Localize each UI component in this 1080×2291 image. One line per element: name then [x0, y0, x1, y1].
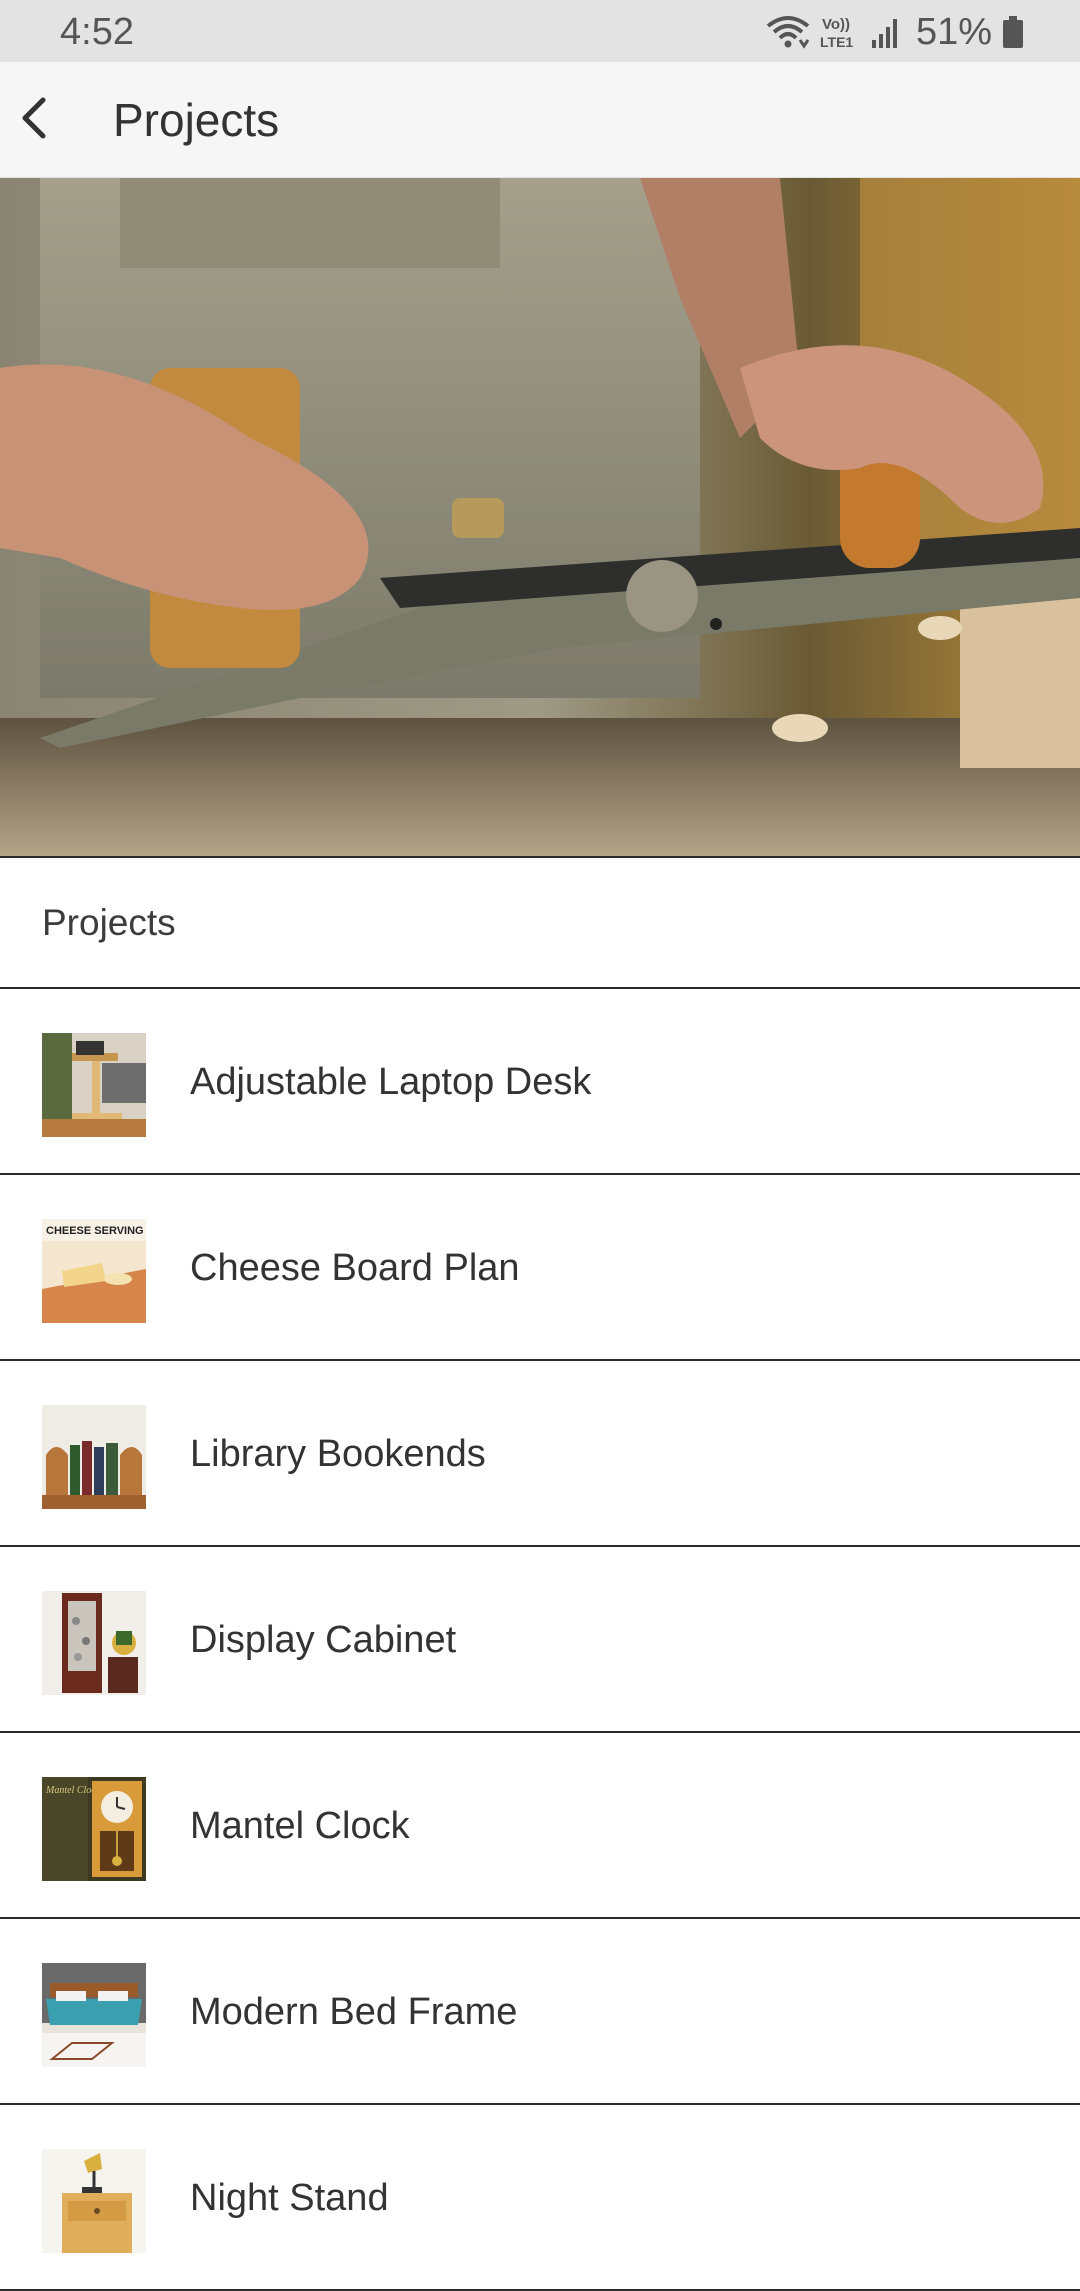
back-button[interactable]	[0, 62, 70, 178]
battery-percent: 51%	[915, 11, 992, 53]
cheese-board-thumbnail: CHEESE SERVING	[42, 1219, 146, 1323]
laptop-desk-thumbnail	[42, 1033, 146, 1137]
project-list: Adjustable Laptop Desk CHEESE SERVING Ch…	[0, 989, 1080, 2291]
battery-icon	[1002, 14, 1024, 50]
list-item[interactable]: Adjustable Laptop Desk	[0, 989, 1080, 1175]
page-title: Projects	[113, 94, 280, 146]
list-item[interactable]: Display Cabinet	[0, 1547, 1080, 1733]
status-icons: Vo)) LTE1 51%	[766, 10, 1024, 54]
list-item[interactable]: CHEESE SERVING Cheese Board Plan	[0, 1175, 1080, 1361]
list-item[interactable]: Modern Bed Frame	[0, 1919, 1080, 2105]
status-time: 4:52	[60, 11, 134, 53]
project-label: Display Cabinet	[190, 1619, 457, 1661]
night-stand-thumbnail	[42, 2149, 146, 2253]
mantel-clock-thumbnail: Mantel Clock	[42, 1777, 146, 1881]
list-item[interactable]: Library Bookends	[0, 1361, 1080, 1547]
section-title: Projects	[42, 902, 176, 943]
bed-frame-thumbnail	[42, 1963, 146, 2067]
volte-icon: Vo)) LTE1	[820, 14, 860, 50]
chevron-left-icon	[19, 96, 51, 145]
section-header: Projects	[0, 856, 1080, 989]
hero-image	[0, 178, 1080, 856]
project-label: Night Stand	[190, 2177, 389, 2219]
cheese-thumb-text: CHEESE SERVING	[46, 1225, 144, 1237]
project-label: Modern Bed Frame	[190, 1991, 518, 2033]
app-bar: Projects	[0, 62, 1080, 178]
project-label: Library Bookends	[190, 1433, 486, 1475]
project-label: Adjustable Laptop Desk	[190, 1061, 592, 1103]
status-bar: 4:52 Vo)) LTE1 51%	[0, 0, 1080, 62]
signal-icon	[870, 14, 900, 50]
svg-text:Vo)): Vo))	[822, 16, 850, 33]
project-label: Cheese Board Plan	[190, 1247, 520, 1289]
project-label: Mantel Clock	[190, 1805, 410, 1847]
list-item[interactable]: Mantel Clock Mantel Clock	[0, 1733, 1080, 1919]
svg-text:LTE1: LTE1	[820, 34, 853, 50]
list-item[interactable]: Night Stand	[0, 2105, 1080, 2291]
display-cabinet-thumbnail	[42, 1591, 146, 1695]
wifi-icon	[766, 14, 810, 50]
bookends-thumbnail	[42, 1405, 146, 1509]
